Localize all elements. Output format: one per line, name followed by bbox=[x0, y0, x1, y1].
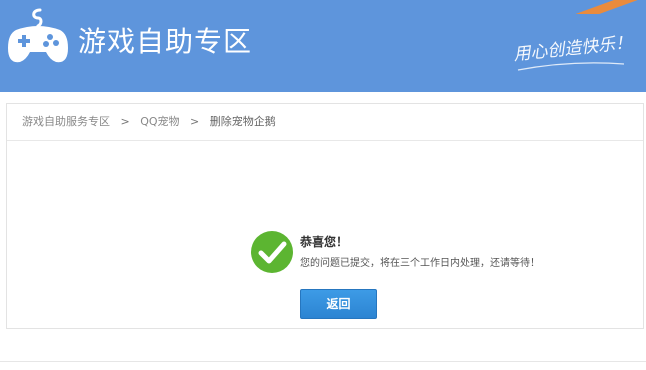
footer-divider bbox=[0, 361, 646, 362]
breadcrumb-separator: > bbox=[120, 115, 130, 128]
gamepad-icon bbox=[8, 8, 68, 63]
success-description: 您的问题已提交，将在三个工作日内处理，还请等待！ bbox=[300, 258, 540, 269]
back-button[interactable]: 返回 bbox=[300, 289, 377, 319]
banner-title: 游戏自助专区 bbox=[78, 25, 253, 58]
breadcrumb: 游戏自助服务专区 > QQ宠物 > 删除宠物企鹅 bbox=[7, 104, 643, 141]
breadcrumb-item-current: 删除宠物企鹅 bbox=[209, 115, 276, 128]
breadcrumb-item-home[interactable]: 游戏自助服务专区 bbox=[22, 104, 110, 140]
success-title: 恭喜您！ bbox=[300, 235, 349, 249]
success-message-block: 恭喜您！ 您的问题已提交，将在三个工作日内处理，还请等待！ bbox=[250, 230, 570, 280]
header-banner: 游戏自助专区 用心创造快乐！ bbox=[0, 0, 646, 92]
content-panel: 游戏自助服务专区 > QQ宠物 > 删除宠物企鹅 恭喜您！ 您的问题已提交，将在… bbox=[6, 103, 644, 329]
breadcrumb-separator: > bbox=[190, 115, 200, 128]
slogan-swash bbox=[517, 62, 625, 71]
breadcrumb-item-qq-pet[interactable]: QQ宠物 bbox=[140, 104, 179, 140]
corner-decoration bbox=[566, 0, 646, 14]
check-circle-icon bbox=[251, 231, 293, 273]
